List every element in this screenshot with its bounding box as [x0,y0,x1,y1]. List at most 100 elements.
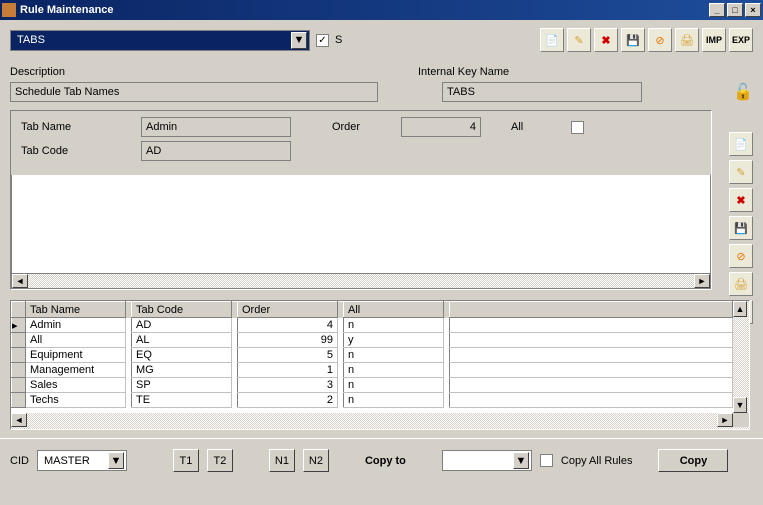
cell[interactable]: 5 [238,348,338,363]
grid-hscroll[interactable]: ◄ ► [11,413,749,429]
scroll-up-icon[interactable]: ▲ [733,301,747,317]
n1-button[interactable]: N1 [269,449,295,472]
table-row[interactable]: Techs TE 2n [12,393,733,408]
grid-vscroll[interactable]: ▲ ▼ [733,301,749,413]
side-print-button[interactable]: 🖨 [729,272,753,296]
cell[interactable]: Techs [26,393,126,408]
t1-button[interactable]: T1 [173,449,199,472]
cell[interactable]: n [344,348,444,363]
internal-key-label: Internal Key Name [418,66,509,78]
cell[interactable]: n [344,363,444,378]
tabname-field[interactable]: Admin [141,117,291,137]
grid-header-order[interactable]: Order [238,302,338,318]
import-button[interactable]: IMP [702,28,726,52]
row-selector[interactable] [12,363,26,378]
table-row[interactable]: All AL 99 y [12,333,733,348]
cell[interactable]: 1 [238,363,338,378]
n2-button[interactable]: N2 [303,449,329,472]
window-titlebar: Rule Maintenance _ □ × [0,0,763,20]
copy-all-label: Copy All Rules [561,455,633,467]
cell[interactable]: Equipment [26,348,126,363]
scroll-right-icon[interactable]: ► [717,413,733,427]
delete-button[interactable]: ✖ [594,28,618,52]
edit-button[interactable]: ✎ [567,28,591,52]
tabcode-field[interactable]: AD [141,141,291,161]
data-grid[interactable]: Tab Name Tab Code Order All ▸AdminAD4nAl… [11,301,733,408]
table-row[interactable]: ▸Admin AD 4n [12,318,733,333]
cell[interactable]: EQ [132,348,232,363]
cid-combo[interactable]: MASTER ▼ [37,450,127,471]
row-selector[interactable] [12,393,26,408]
maximize-button[interactable]: □ [727,3,743,17]
all-checkbox[interactable] [571,121,584,134]
cell[interactable]: MG [132,363,232,378]
table-row[interactable]: Sales SP 3n [12,378,733,393]
unlock-icon[interactable]: 🔓 [733,82,753,102]
print-button[interactable]: 🖨 [675,28,699,52]
chevron-down-icon[interactable]: ▼ [513,452,529,469]
side-edit-button[interactable]: ✎ [729,160,753,184]
close-button[interactable]: × [745,3,761,17]
cell[interactable]: n [344,378,444,393]
cell[interactable]: Sales [26,378,126,393]
cell[interactable]: TE [132,393,232,408]
cell[interactable]: 4 [238,318,338,333]
t2-button[interactable]: T2 [207,449,233,472]
internal-key-field[interactable]: TABS [442,82,642,102]
new-button[interactable]: 📄 [540,28,564,52]
grid-header-tabcode[interactable]: Tab Code [132,302,232,318]
minimize-button[interactable]: _ [709,3,725,17]
delete-icon: ✖ [601,34,610,47]
grid-header-all[interactable]: All [344,302,444,318]
cell[interactable]: All [26,333,126,348]
order-field[interactable]: 4 [401,117,481,137]
grid-header-tabname[interactable]: Tab Name [26,302,126,318]
s-label: S [335,34,342,46]
table-row[interactable]: Management MG 1n [12,363,733,378]
s-checkbox[interactable]: ✓ [316,34,329,47]
cell[interactable]: y [344,333,444,348]
cell[interactable]: n [344,318,444,333]
cell[interactable]: Management [26,363,126,378]
row-selector[interactable] [12,333,26,348]
cell[interactable]: AD [132,318,232,333]
copy-to-combo[interactable]: ▼ [442,450,532,471]
print-icon: 🖨 [680,34,694,47]
row-selector[interactable]: ▸ [12,318,26,333]
table-row[interactable]: Equipment EQ 5n [12,348,733,363]
detail-whitespace [11,175,711,273]
side-cancel-button[interactable]: ⊘ [729,244,753,268]
cell[interactable]: Admin [26,318,126,333]
cancel-button[interactable]: ⊘ [648,28,672,52]
scroll-left-icon[interactable]: ◄ [12,274,28,288]
copy-all-checkbox[interactable] [540,454,553,467]
description-field[interactable]: Schedule Tab Names [10,82,378,102]
export-button[interactable]: EXP [729,28,753,52]
cid-value: MASTER [40,455,108,467]
cell[interactable]: SP [132,378,232,393]
chevron-down-icon[interactable]: ▼ [291,32,307,49]
row-selector[interactable] [12,378,26,393]
side-new-button[interactable]: 📄 [729,132,753,156]
cell[interactable]: AL [132,333,232,348]
side-toolbar: 📄 ✎ ✖ 💾 ⊘ 🖨 📋 [729,132,753,324]
bottom-bar: CID MASTER ▼ T1 T2 N1 N2 Copy to ▼ Copy … [0,438,763,482]
scroll-down-icon[interactable]: ▼ [733,397,747,413]
grid-container: Tab Name Tab Code Order All ▸AdminAD4nAl… [10,300,750,430]
detail-row-1: Tab Name Admin Order 4 All [11,111,711,139]
side-delete-button[interactable]: ✖ [729,188,753,212]
scroll-left-icon[interactable]: ◄ [11,413,27,427]
detail-hscroll[interactable]: ◄ ► [11,273,711,289]
row-selector[interactable] [12,348,26,363]
copy-button[interactable]: Copy [658,449,728,472]
window-title: Rule Maintenance [20,4,709,16]
cell[interactable]: 2 [238,393,338,408]
cell[interactable]: 3 [238,378,338,393]
cell[interactable]: n [344,393,444,408]
rule-select-combo[interactable]: TABS ▼ [10,30,310,51]
cell[interactable]: 99 [238,333,338,348]
chevron-down-icon[interactable]: ▼ [108,452,124,469]
side-save-button[interactable]: 💾 [729,216,753,240]
scroll-right-icon[interactable]: ► [694,274,710,288]
save-button[interactable]: 💾 [621,28,645,52]
